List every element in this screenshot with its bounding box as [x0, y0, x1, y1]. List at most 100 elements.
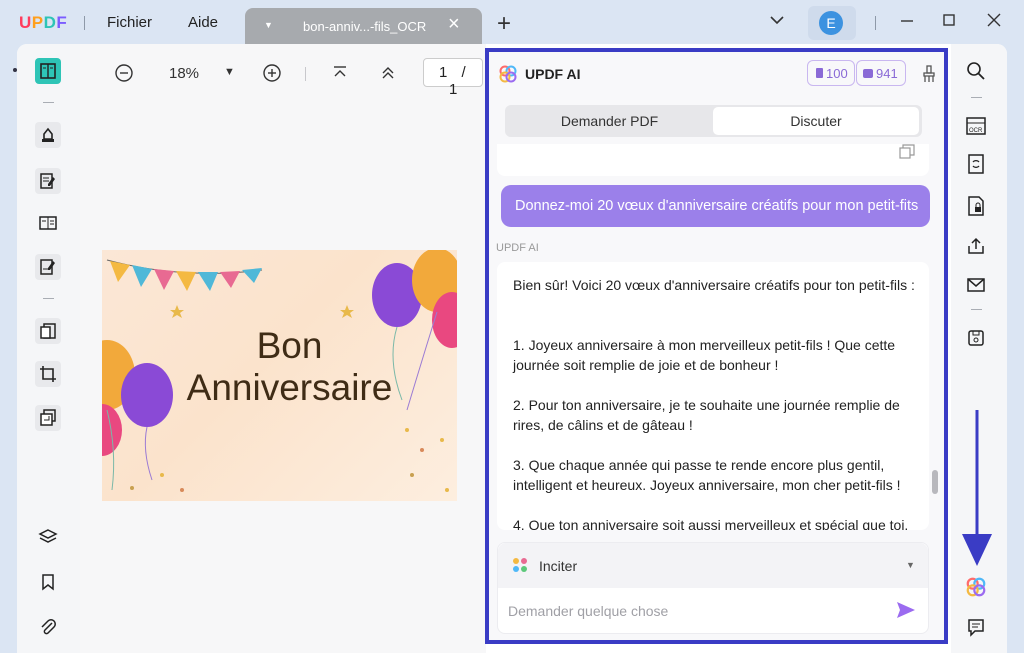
prompt-grid-icon [513, 558, 527, 572]
share-icon [968, 237, 984, 254]
title-separator [875, 16, 876, 30]
layers-icon [38, 529, 58, 543]
copy-icon[interactable] [899, 144, 915, 160]
document-tab[interactable]: ▼ bon-anniv...-fils_OCR × [245, 8, 482, 46]
ai-response-paragraph: Bien sûr! Voici 20 vœux d'anniversaire c… [513, 277, 915, 293]
close-icon [987, 13, 1001, 27]
zoom-in-button[interactable] [262, 63, 282, 87]
reader-mode-button[interactable] [35, 58, 61, 84]
prompt-dropdown-icon[interactable]: ▼ [906, 560, 915, 570]
comment-icon [968, 619, 984, 637]
toolbar-separator [971, 309, 982, 310]
fill-sign-button[interactable] [35, 254, 61, 280]
layers-button[interactable] [35, 524, 61, 550]
account-button[interactable]: E [808, 6, 856, 40]
crop-button[interactable] [35, 361, 61, 387]
chat-input-box: Inciter ▼ [497, 542, 929, 634]
send-icon[interactable] [896, 601, 916, 619]
highlighter-icon [42, 127, 54, 142]
toolbar-separator [971, 97, 982, 98]
first-page-button[interactable] [331, 64, 349, 86]
mode-switcher: Demander PDF Discuter [505, 105, 922, 137]
zoom-level[interactable]: 18% [169, 65, 199, 82]
zoom-dropdown-icon[interactable]: ▼ [224, 66, 235, 78]
card-title-line-2: Anniversaire [186, 367, 393, 408]
ai-panel-title: UPDF AI [525, 66, 581, 82]
convert-button[interactable] [964, 152, 988, 176]
tab-chat[interactable]: Discuter [713, 107, 919, 135]
updf-logo: UPDF [19, 13, 68, 32]
birthday-card-page: Bon Anniversaire [102, 250, 457, 501]
search-button[interactable] [964, 59, 988, 83]
chats-quota-value: 941 [876, 66, 898, 81]
menu-help[interactable]: Aide [188, 14, 218, 31]
pointer-arrow-annotation [962, 410, 992, 566]
svg-text:OCR: OCR [969, 128, 983, 134]
document-quota-icon [816, 68, 823, 78]
card-title-line-1: Bon [256, 325, 323, 366]
email-button[interactable] [964, 273, 988, 297]
tab-dropdown-icon[interactable]: ▼ [264, 20, 273, 30]
edit-pdf-button[interactable] [35, 168, 61, 194]
zoom-out-button[interactable] [114, 63, 134, 87]
previous-page-button[interactable] [379, 64, 397, 86]
previous-message-card [497, 144, 929, 176]
ai-panel-header: UPDF AI 100 941 [489, 52, 944, 96]
page-number-field[interactable]: 1 / 1 [423, 58, 483, 98]
convert-icon [968, 154, 984, 174]
prompt-selector[interactable]: Inciter ▼ [498, 543, 928, 588]
copy-pages-icon [40, 409, 56, 426]
ai-sender-label: UPDF AI [496, 242, 539, 254]
close-window-button[interactable] [985, 11, 1003, 34]
ai-response-paragraph: 1. Joyeux anniversaire à mon merveilleux… [513, 337, 896, 373]
user-message-bubble: Donnez-moi 20 vœux d'anniversaire créati… [501, 185, 930, 227]
form-icon [39, 216, 57, 230]
maximize-icon [943, 14, 955, 26]
card-title: Bon Anniversaire [102, 325, 457, 409]
attachments-button[interactable] [35, 614, 61, 640]
tab-title: bon-anniv...-fils_OCR [303, 19, 427, 34]
menu-file[interactable]: Fichier [107, 14, 152, 31]
ai-assistant-panel: UPDF AI 100 941 Demander PDF Discuter Do… [485, 48, 948, 644]
save-button[interactable] [964, 326, 988, 350]
updf-ai-logo-icon [499, 65, 517, 83]
ai-response-paragraph: 4. Que ton anniversaire soit aussi merve… [513, 517, 909, 530]
protect-document-button[interactable] [964, 194, 988, 218]
avatar: E [819, 11, 843, 35]
updf-ai-button[interactable] [964, 575, 988, 599]
lock-file-icon [968, 196, 984, 216]
pages-icon [40, 323, 56, 339]
minimize-icon [901, 20, 913, 22]
zoom-out-icon [115, 64, 133, 82]
right-toolbar: OCR [951, 44, 1007, 653]
total-pages: 1 [449, 81, 458, 98]
share-button[interactable] [964, 234, 988, 258]
comment-tool-button[interactable] [35, 122, 61, 148]
toolbar-separator [43, 298, 54, 299]
chat-quota-icon [863, 69, 873, 78]
toolbar-separator [43, 102, 54, 103]
first-page-icon [334, 66, 346, 77]
minimize-button[interactable] [898, 11, 916, 34]
protect-button[interactable] [35, 405, 61, 431]
edit-text-icon [40, 173, 55, 189]
tab-close-icon[interactable]: × [448, 14, 460, 34]
ocr-button[interactable]: OCR [964, 114, 988, 138]
maximize-button[interactable] [940, 11, 958, 34]
page-view-button[interactable] [35, 210, 61, 236]
clear-chat-icon[interactable] [921, 65, 937, 83]
book-icon [40, 63, 56, 79]
title-bar: UPDF Fichier Aide ▼ bon-anniv...-fils_OC… [0, 0, 1024, 46]
chat-scrollbar[interactable] [932, 470, 938, 494]
bookmarks-button[interactable] [35, 569, 61, 595]
ask-input[interactable] [508, 600, 888, 622]
chevron-down-icon [770, 16, 784, 25]
organize-pages-button[interactable] [35, 318, 61, 344]
search-icon [967, 62, 985, 80]
tabs-dropdown-button[interactable] [769, 12, 785, 33]
ai-response-paragraph: 3. Que chaque année qui passe te rende e… [513, 457, 901, 493]
zoom-in-icon [263, 64, 281, 82]
tab-ask-pdf[interactable]: Demander PDF [507, 107, 712, 135]
add-tab-button[interactable]: + [497, 10, 511, 38]
comments-button[interactable] [964, 615, 988, 639]
